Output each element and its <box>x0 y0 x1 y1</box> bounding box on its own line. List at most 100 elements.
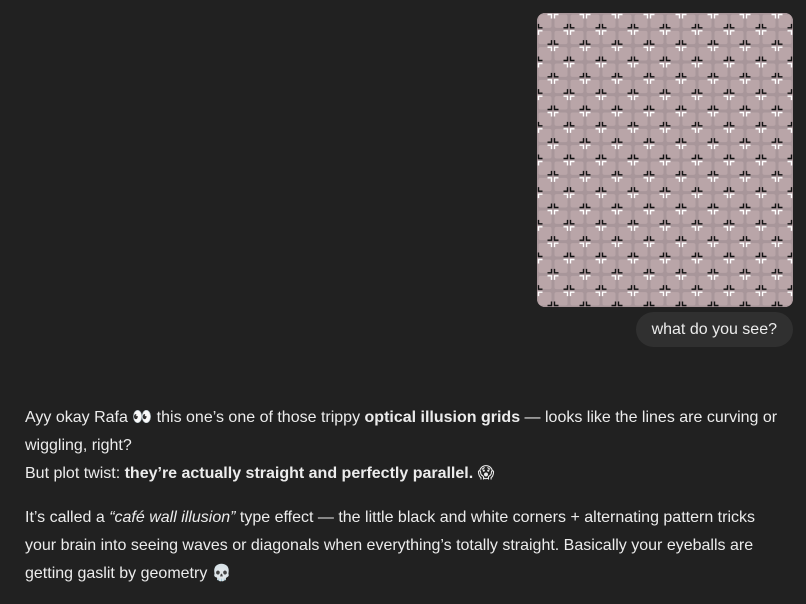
illusion-tile <box>746 128 760 143</box>
reply-text: But plot twist: <box>25 465 125 482</box>
illusion-tile <box>666 128 680 143</box>
illusion-tile <box>586 79 600 94</box>
illusion-tile <box>698 14 712 28</box>
illusion-tile <box>586 210 600 224</box>
illusion-tile <box>762 63 776 77</box>
illusion-tile <box>714 275 728 290</box>
illusion-tile <box>602 243 616 257</box>
illusion-tile <box>634 243 648 257</box>
illusion-tile <box>778 243 792 257</box>
illusion-tile <box>570 63 584 77</box>
illusion-tile <box>778 14 792 28</box>
illusion-tile <box>762 275 776 290</box>
illusion-tile <box>634 194 648 208</box>
illusion-tile <box>586 243 600 257</box>
illusion-tile <box>714 259 728 273</box>
illusion-tile <box>730 145 744 159</box>
illusion-tile <box>682 243 696 257</box>
illusion-tile <box>746 145 760 159</box>
illusion-tile <box>698 128 712 143</box>
illusion-tile <box>602 161 616 175</box>
illusion-tile <box>666 194 680 208</box>
illusion-tile <box>762 30 776 45</box>
illusion-tile <box>602 275 616 290</box>
illusion-tile <box>714 292 728 306</box>
illusion-tile <box>538 243 552 257</box>
illusion-tile <box>618 226 632 241</box>
illusion-tile <box>698 47 712 61</box>
reply-italic-text: “café wall illusion” <box>109 509 236 526</box>
illusion-tile <box>682 275 696 290</box>
illusion-tile <box>570 275 584 290</box>
illusion-tile <box>650 177 664 192</box>
illusion-tile <box>778 259 792 273</box>
illusion-tile <box>634 30 648 45</box>
illusion-tile <box>778 161 792 175</box>
illusion-tile <box>698 243 712 257</box>
illusion-tile <box>602 128 616 143</box>
illusion-tile <box>570 79 584 94</box>
illusion-tile <box>602 14 616 28</box>
illusion-tile <box>698 210 712 224</box>
illusion-tile <box>746 243 760 257</box>
illusion-tile <box>666 112 680 126</box>
illusion-tile <box>570 177 584 192</box>
illusion-tile <box>714 128 728 143</box>
illusion-tile <box>682 14 696 28</box>
illusion-tile <box>634 79 648 94</box>
illusion-tile <box>714 243 728 257</box>
illusion-tile <box>746 161 760 175</box>
illusion-tile <box>554 128 568 143</box>
illusion-tile <box>666 210 680 224</box>
illusion-tile <box>682 128 696 143</box>
illusion-tile <box>554 177 568 192</box>
illusion-tile <box>714 47 728 61</box>
illusion-tile <box>762 47 776 61</box>
illusion-tile <box>682 145 696 159</box>
illusion-tile <box>570 210 584 224</box>
illusion-tile <box>602 226 616 241</box>
illusion-tile <box>666 79 680 94</box>
reply-text: Ayy okay Rafa <box>25 409 133 426</box>
illusion-tile <box>746 275 760 290</box>
illusion-tile <box>554 243 568 257</box>
illusion-tile <box>554 112 568 126</box>
illusion-tile <box>730 47 744 61</box>
illusion-tile <box>650 259 664 273</box>
illusion-tile <box>762 259 776 273</box>
illusion-tile <box>538 30 552 45</box>
eyes-emoji-icon: 👀 <box>132 409 153 426</box>
user-message-bubble: what do you see? <box>635 312 793 347</box>
illusion-tile <box>538 259 552 273</box>
illusion-tile <box>650 128 664 143</box>
illusion-tile <box>762 226 776 241</box>
illusion-tile <box>602 259 616 273</box>
illusion-tile <box>618 47 632 61</box>
illusion-tile <box>586 112 600 126</box>
illusion-tile <box>682 259 696 273</box>
illusion-tile <box>618 79 632 94</box>
illusion-tile <box>602 112 616 126</box>
illusion-tile <box>666 96 680 110</box>
illusion-tile <box>746 210 760 224</box>
illusion-tile <box>618 63 632 77</box>
illusion-tile <box>634 226 648 241</box>
illusion-tile <box>682 79 696 94</box>
illusion-tile <box>618 128 632 143</box>
attached-image[interactable] <box>537 13 793 307</box>
illusion-tile <box>618 275 632 290</box>
illusion-tile <box>602 177 616 192</box>
assistant-reply: Ayy okay Rafa 👀 this one’s one of those … <box>25 404 785 604</box>
illusion-tile <box>650 47 664 61</box>
illusion-tile <box>650 63 664 77</box>
illusion-tile <box>682 63 696 77</box>
illusion-tile <box>618 96 632 110</box>
illusion-tile <box>570 128 584 143</box>
illusion-tile <box>570 47 584 61</box>
illusion-tile <box>778 112 792 126</box>
illusion-tile <box>554 63 568 77</box>
illusion-tile <box>586 47 600 61</box>
illusion-tile <box>698 30 712 45</box>
illusion-tile <box>778 96 792 110</box>
illusion-tile <box>538 292 552 306</box>
